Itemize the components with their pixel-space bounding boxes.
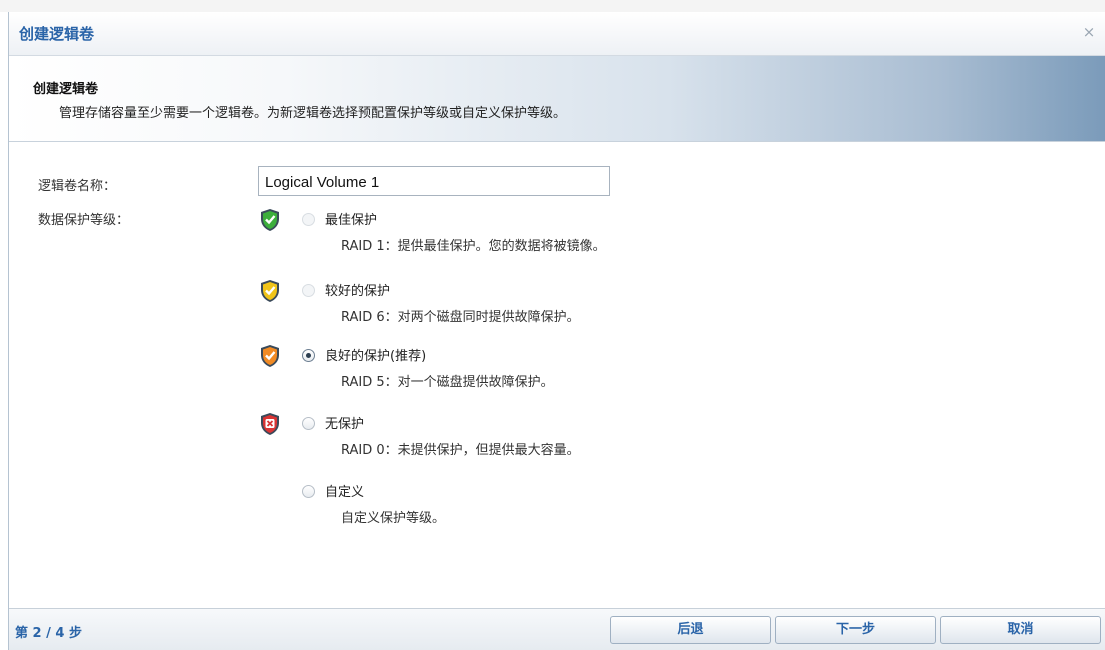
next-button[interactable]: 下一步 [775,616,936,644]
cancel-button[interactable]: 取消 [940,616,1101,644]
option-description: RAID 1：提供最佳保护。您的数据将被镜像。 [341,239,606,254]
option-description: 自定义保护等级。 [341,511,446,526]
protection-level-label: 数据保护等级： [38,213,130,228]
close-icon[interactable]: × [1081,24,1097,40]
radio-better-protection[interactable] [302,284,315,297]
option-label: 无保护 [325,417,365,432]
option-label: 最佳保护 [325,213,378,228]
volume-name-input[interactable] [258,166,610,196]
create-logical-volume-dialog: 创建逻辑卷 × 创建逻辑卷 管理存储容量至少需要一个逻辑卷。为新逻辑卷选择预配置… [8,12,1105,650]
protection-option-good[interactable]: 良好的保护(推荐) RAID 5：对一个磁盘提供故障保护。 [259,342,759,398]
back-button[interactable]: 后退 [610,616,771,644]
yellow-shield-check-icon [261,280,279,302]
wizard-header-description: 管理存储容量至少需要一个逻辑卷。为新逻辑卷选择预配置保护等级或自定义保护等级。 [59,106,567,121]
radio-custom-protection[interactable] [302,485,315,498]
protection-option-none[interactable]: 无保护 RAID 0：未提供保护，但提供最大容量。 [259,410,759,466]
background-window-strip [0,0,1105,12]
option-label: 自定义 [325,485,365,500]
protection-option-custom[interactable]: 自定义 自定义保护等级。 [259,478,759,534]
red-shield-x-icon [261,413,279,435]
option-description: RAID 5：对一个磁盘提供故障保护。 [341,375,554,390]
orange-shield-check-icon [261,345,279,367]
option-description: RAID 6：对两个磁盘同时提供故障保护。 [341,310,580,325]
dialog-titlebar: 创建逻辑卷 × [9,12,1105,56]
option-label: 良好的保护(推荐) [325,349,427,364]
radio-good-protection[interactable] [302,349,315,362]
green-shield-check-icon [261,209,279,231]
radio-no-protection[interactable] [302,417,315,430]
step-indicator: 第 2 / 4 步 [15,626,82,641]
dialog-title: 创建逻辑卷 [19,25,95,43]
option-description: RAID 0：未提供保护，但提供最大容量。 [341,443,580,458]
radio-best-protection[interactable] [302,213,315,226]
volume-name-label: 逻辑卷名称： [38,179,117,194]
wizard-header-title: 创建逻辑卷 [33,82,99,97]
option-label: 较好的保护 [325,284,391,299]
protection-option-better[interactable]: 较好的保护 RAID 6：对两个磁盘同时提供故障保护。 [259,277,759,333]
protection-option-best[interactable]: 最佳保护 RAID 1：提供最佳保护。您的数据将被镜像。 [259,206,759,262]
wizard-footer: 第 2 / 4 步 后退 下一步 取消 [9,608,1105,650]
wizard-header: 创建逻辑卷 管理存储容量至少需要一个逻辑卷。为新逻辑卷选择预配置保护等级或自定义… [9,56,1105,142]
